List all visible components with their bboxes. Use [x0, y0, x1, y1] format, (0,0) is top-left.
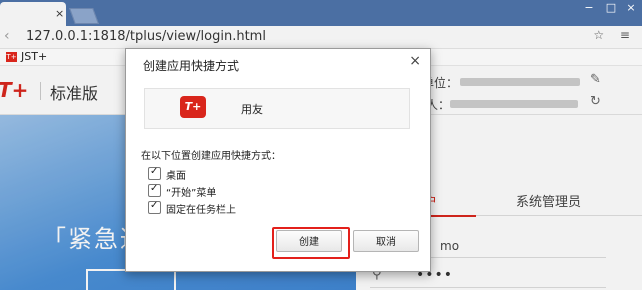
back-arrow-icon[interactable]: ‹ [4, 28, 10, 44]
dialog-close-icon[interactable]: × [409, 53, 421, 69]
address-bar: ‹ 127.0.0.1:1818/tplus/view/login.html ☆… [0, 26, 642, 49]
app-logo-icon: T+ [180, 96, 206, 118]
bookmark-favicon-icon: T+ [6, 52, 17, 62]
browser-tab[interactable]: × [0, 2, 66, 26]
browser-menu-icons[interactable]: ☆ ≡ [593, 28, 636, 42]
app-card: T+ 用友 [144, 88, 410, 129]
window-close-button[interactable]: × [620, 0, 642, 18]
start-menu-checkbox[interactable]: ✓ [148, 183, 161, 197]
bookmark-jst[interactable]: JST+ [21, 50, 47, 63]
check-icon: ✓ [150, 200, 159, 211]
create-shortcut-dialog: 创建应用快捷方式 × T+ 用友 在以下位置创建应用快捷方式： ✓ 桌面 ✓ “… [125, 48, 431, 272]
taskbar-checkbox[interactable]: ✓ [148, 200, 161, 214]
maximize-button[interactable]: □ [600, 0, 622, 18]
dialog-title: 创建应用快捷方式 [143, 59, 240, 73]
cancel-button[interactable]: 取消 [353, 230, 419, 252]
start-menu-label: “开始”菜单 [166, 188, 217, 199]
check-icon: ✓ [150, 166, 159, 177]
app-name: 用友 [241, 103, 263, 116]
create-button[interactable]: 创建 [276, 230, 342, 252]
check-icon: ✓ [150, 183, 159, 194]
minimize-button[interactable]: − [578, 0, 600, 18]
tab-close-icon[interactable]: × [55, 8, 64, 20]
taskbar-label: 固定在任务栏上 [166, 205, 236, 216]
new-tab-button[interactable] [69, 8, 99, 24]
desktop-checkbox[interactable]: ✓ [148, 166, 161, 180]
desktop-label: 桌面 [166, 171, 186, 182]
location-label: 在以下位置创建应用快捷方式： [141, 151, 281, 162]
browser-tabstrip: × − □ × [0, 0, 642, 26]
url-field[interactable]: 127.0.0.1:1818/tplus/view/login.html [26, 29, 266, 44]
